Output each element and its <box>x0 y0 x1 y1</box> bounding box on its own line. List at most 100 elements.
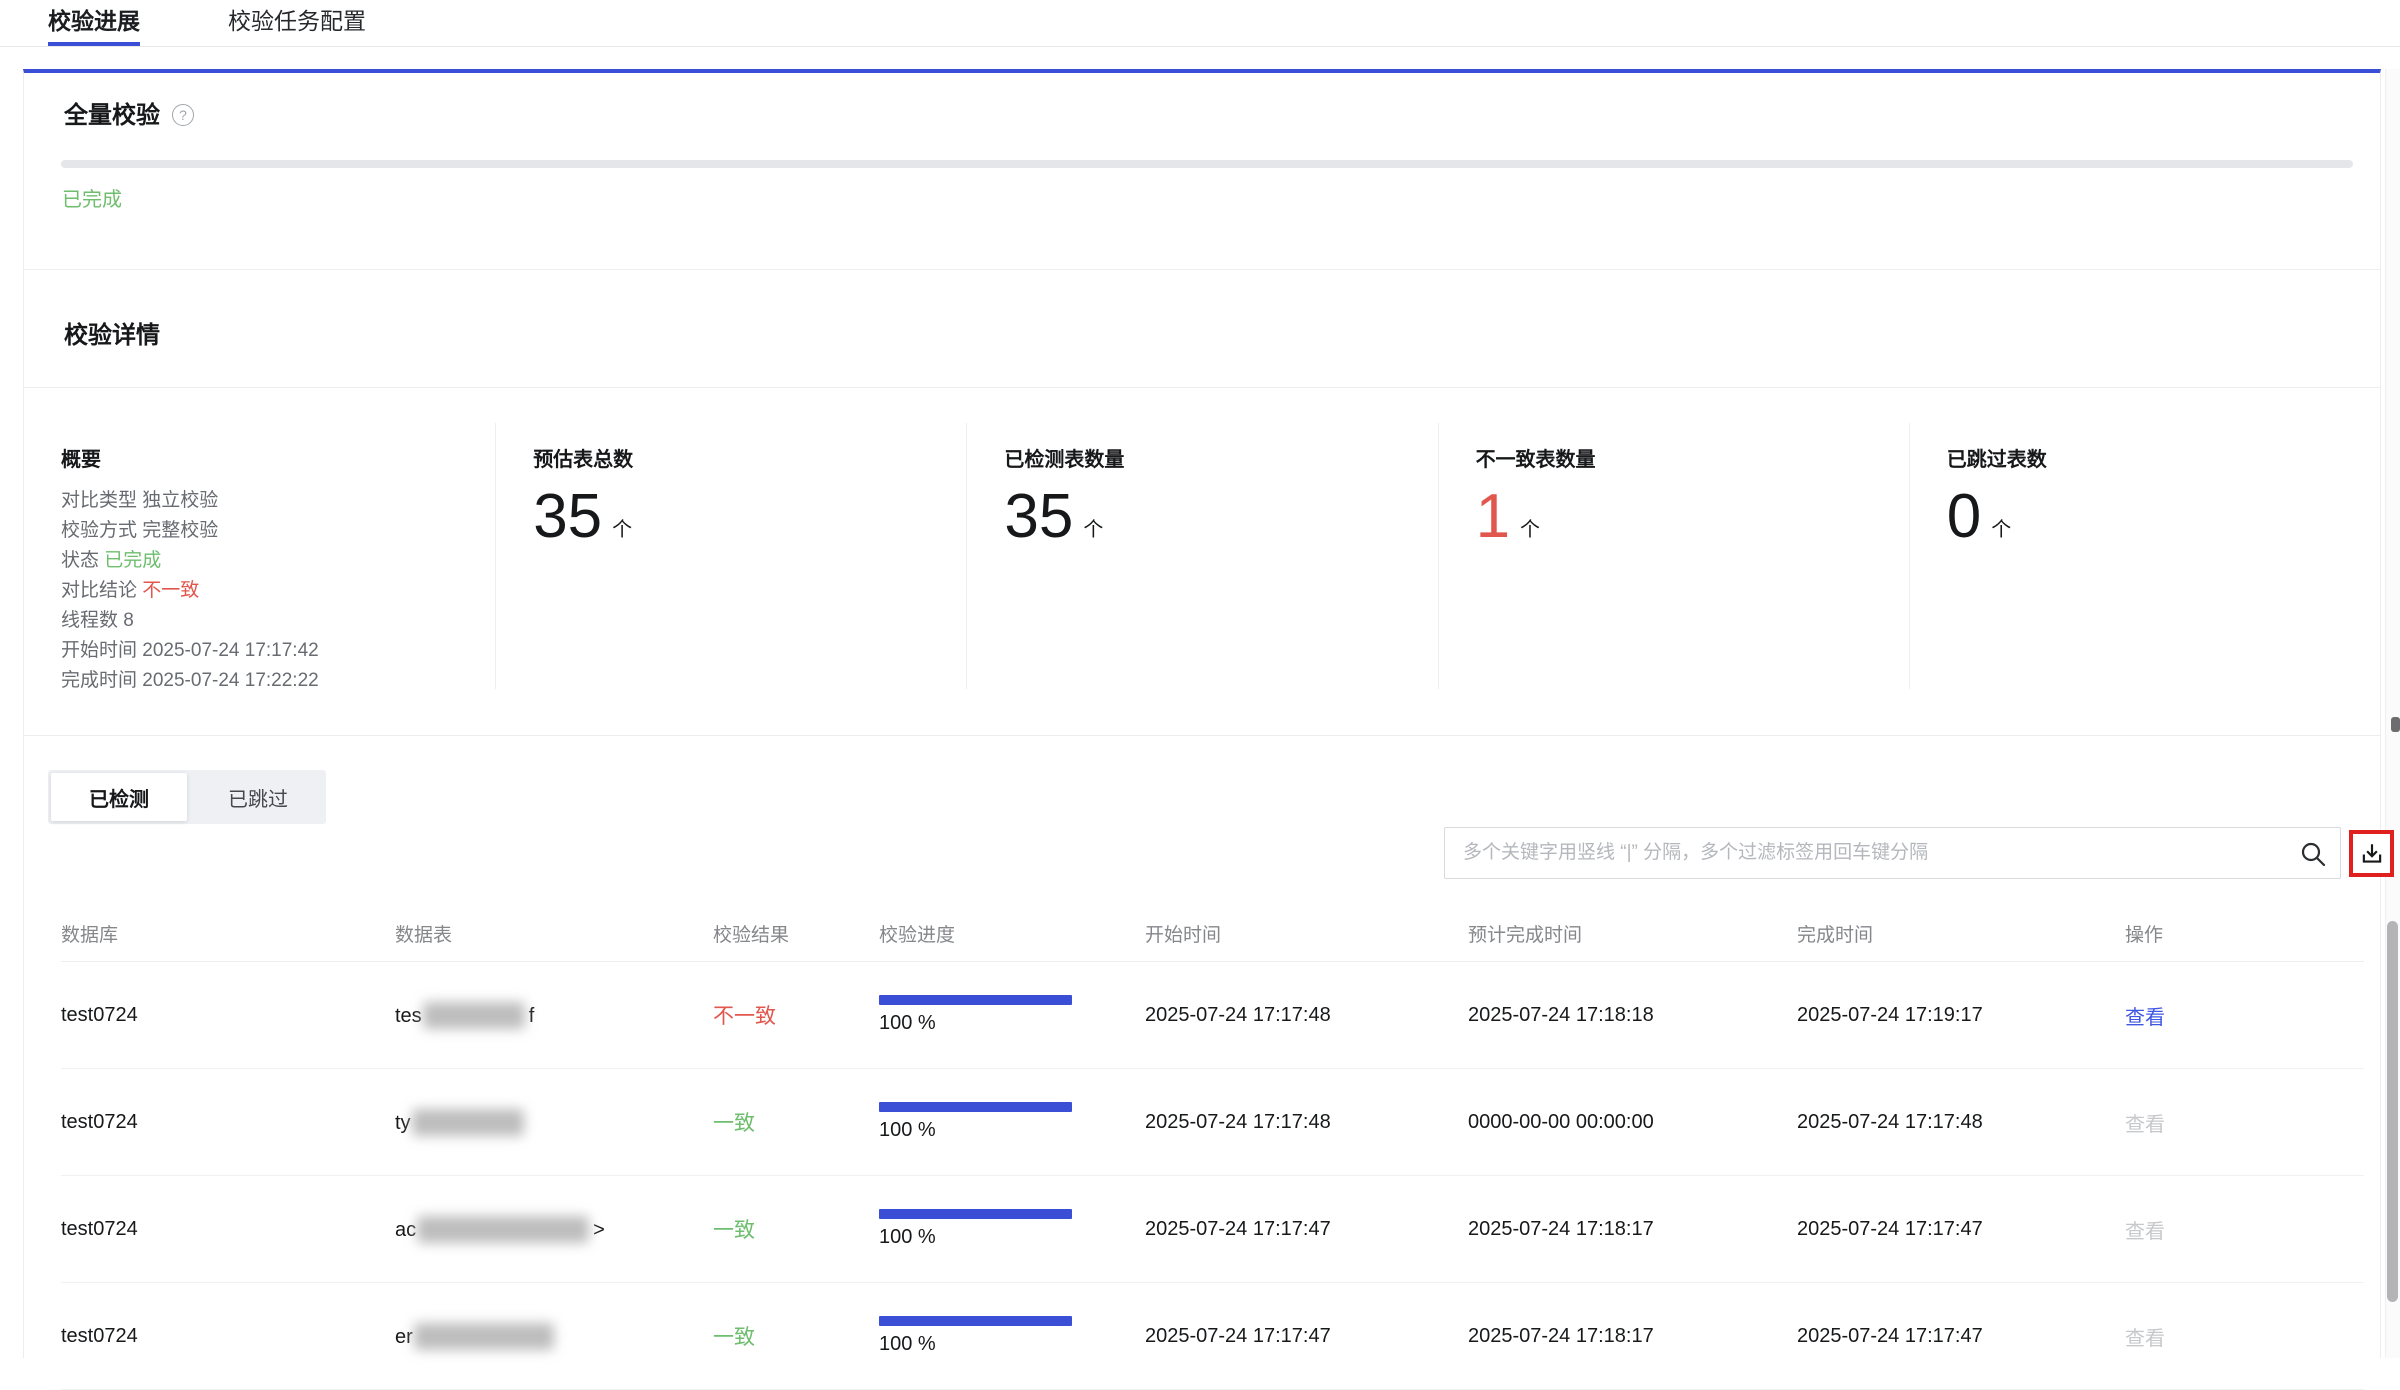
column-header: 数据表 <box>395 920 713 947</box>
question-circle-icon[interactable]: ? <box>172 104 194 126</box>
row-progress-text: 100 % <box>879 1333 1145 1356</box>
divider <box>24 269 2380 270</box>
table-body: test0724 tes f 不一致 100 % 2025-07-24 17:17… <box>61 962 2364 1390</box>
cell-estimated-finish-time: 2025-07-24 17:18:17 <box>1468 1218 1797 1241</box>
summary-item: 状态 已完成 <box>61 546 495 576</box>
divider <box>24 735 2380 736</box>
view-link[interactable]: 查看 <box>2125 1007 2165 1029</box>
full-check-progress-bar <box>61 160 2353 168</box>
redacted-blur <box>423 1002 525 1029</box>
stat-label: 已检测表数量 <box>1004 443 1437 472</box>
cell-progress: 100 % <box>879 1209 1145 1249</box>
redacted-blur <box>412 1109 524 1136</box>
cell-result: 不一致 <box>713 1000 879 1030</box>
row-progress-text: 100 % <box>879 1012 1145 1035</box>
full-check-title: 全量校验? <box>64 95 194 130</box>
stat-value-row: 0 个 <box>1947 486 2380 548</box>
verification-detail-title: 校验详情 <box>64 315 160 350</box>
cell-result: 一致 <box>713 1214 879 1244</box>
table-row: test0724 ty 一致 100 % 2025-07-24 17:17:48… <box>61 1069 2364 1176</box>
view-link[interactable]: 查看 <box>2125 1114 2165 1136</box>
table-name-suffix: f <box>529 1005 535 1027</box>
redacted-blur <box>417 1216 589 1243</box>
stat-unit: 个 <box>1991 513 2011 542</box>
table-row: test0724 ac> 一致 100 % 2025-07-24 17:17:4… <box>61 1176 2364 1283</box>
row-progress-bar <box>879 1316 1072 1326</box>
search-input[interactable] <box>1445 828 2340 878</box>
redacted-blur <box>414 1323 554 1350</box>
cell-action: 查看 <box>2125 1108 2344 1137</box>
summary-column: 概要 对比类型 独立校验校验方式 完整校验状态 已完成对比结论 不一致线程数 8… <box>24 423 495 689</box>
segment-skipped[interactable]: 已跳过 <box>190 770 326 824</box>
table-header: 数据库数据表校验结果校验进度开始时间预计完成时间完成时间操作 <box>61 905 2364 962</box>
summary-item: 校验方式 完整校验 <box>61 516 495 546</box>
cell-progress: 100 % <box>879 995 1145 1035</box>
stat-label: 已跳过表数 <box>1947 443 2380 472</box>
table-row: test0724 er 一致 100 % 2025-07-24 17:17:47… <box>61 1283 2364 1390</box>
cell-progress: 100 % <box>879 1102 1145 1142</box>
cell-start-time: 2025-07-24 17:17:48 <box>1145 1111 1468 1134</box>
cell-finish-time: 2025-07-24 17:19:17 <box>1797 1004 2125 1027</box>
summary-list: 对比类型 独立校验校验方式 完整校验状态 已完成对比结论 不一致线程数 8开始时… <box>61 486 495 696</box>
row-progress-bar <box>879 995 1072 1005</box>
top-tab-bar: 校验进展 校验任务配置 <box>0 0 2400 47</box>
full-check-status: 已完成 <box>62 183 122 212</box>
row-progress-bar <box>879 1209 1072 1219</box>
scrollbar-track[interactable] <box>2385 69 2400 1358</box>
column-header: 完成时间 <box>1797 920 2125 947</box>
row-progress-bar <box>879 1102 1072 1112</box>
stat-label: 不一致表数量 <box>1476 443 1909 472</box>
summary-title: 概要 <box>61 443 495 472</box>
keyword-search-box <box>1444 827 2341 879</box>
verification-card: 全量校验? 已完成 校验详情 概要 对比类型 独立校验校验方式 完整校验状态 已… <box>23 69 2381 1358</box>
stat-value-row: 1 个 <box>1476 486 1909 548</box>
stat-unit: 个 <box>1083 513 1103 542</box>
row-progress-text: 100 % <box>879 1226 1145 1249</box>
cell-action: 查看 <box>2125 1215 2344 1244</box>
stat-card: 预估表总数 35 个 <box>495 423 966 689</box>
summary-item: 开始时间 2025-07-24 17:17:42 <box>61 636 495 666</box>
stat-value: 0 <box>1947 486 1981 548</box>
download-icon <box>2359 841 2385 867</box>
row-progress-text: 100 % <box>879 1119 1145 1142</box>
cell-action: 查看 <box>2125 1001 2344 1030</box>
cell-table-name: ac> <box>395 1216 713 1243</box>
download-button[interactable] <box>2349 830 2394 877</box>
stat-label: 预估表总数 <box>533 443 966 472</box>
stat-value: 35 <box>1004 486 1073 548</box>
search-icon[interactable] <box>2300 841 2326 867</box>
summary-item: 线程数 8 <box>61 606 495 636</box>
tab-verification-task-config[interactable]: 校验任务配置 <box>228 0 366 46</box>
stat-card: 不一致表数量 1 个 <box>1438 423 1909 689</box>
cell-database: test0724 <box>61 1111 395 1134</box>
cell-database: test0724 <box>61 1325 395 1348</box>
table-name-prefix: tes <box>395 1005 422 1027</box>
column-header: 操作 <box>2125 920 2344 947</box>
segment-checked[interactable]: 已检测 <box>51 773 187 821</box>
table-name-prefix: ty <box>395 1112 411 1134</box>
stat-card: 已检测表数量 35 个 <box>966 423 1437 689</box>
cell-finish-time: 2025-07-24 17:17:47 <box>1797 1218 2125 1241</box>
column-header: 预计完成时间 <box>1468 920 1797 947</box>
view-link[interactable]: 查看 <box>2125 1328 2165 1350</box>
cell-start-time: 2025-07-24 17:17:47 <box>1145 1218 1468 1241</box>
cell-database: test0724 <box>61 1218 395 1241</box>
full-check-title-text: 全量校验 <box>64 102 160 129</box>
table-name-prefix: ac <box>395 1219 416 1241</box>
cell-estimated-finish-time: 2025-07-24 17:18:17 <box>1468 1325 1797 1348</box>
stat-value: 1 <box>1476 486 1510 548</box>
cell-database: test0724 <box>61 1004 395 1027</box>
cell-result: 一致 <box>713 1321 879 1351</box>
column-header: 开始时间 <box>1145 920 1468 947</box>
cell-result: 一致 <box>713 1107 879 1137</box>
column-header: 校验结果 <box>713 920 879 947</box>
cell-finish-time: 2025-07-24 17:17:47 <box>1797 1325 2125 1348</box>
cell-action: 查看 <box>2125 1322 2344 1351</box>
stat-unit: 个 <box>1520 513 1540 542</box>
tab-verification-progress[interactable]: 校验进展 <box>48 0 140 46</box>
summary-item: 对比结论 不一致 <box>61 576 495 606</box>
view-link[interactable]: 查看 <box>2125 1221 2165 1243</box>
summary-item: 对比类型 独立校验 <box>61 486 495 516</box>
scrollbar-marker <box>2391 717 2400 732</box>
scrollbar-thumb[interactable] <box>2387 921 2398 1302</box>
